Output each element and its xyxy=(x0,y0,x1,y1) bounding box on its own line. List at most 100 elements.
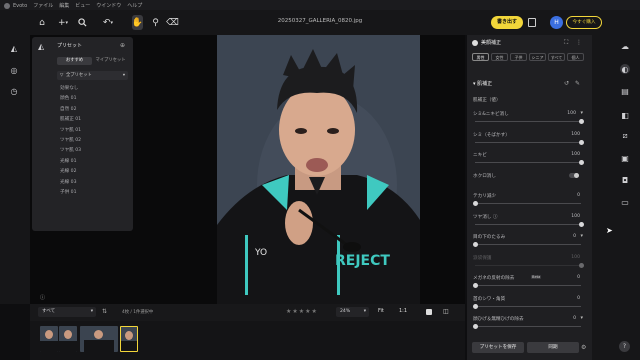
slider-handle[interactable] xyxy=(578,139,584,145)
zoom-select[interactable]: 24% ▾ xyxy=(336,307,369,317)
toggle-switch[interactable] xyxy=(569,172,579,178)
chevron-down-icon[interactable]: ▾ xyxy=(580,315,583,321)
color-icon[interactable]: ◧ xyxy=(620,110,630,120)
preset-item[interactable]: 顔色 01 xyxy=(32,94,133,104)
svg-text:REJECT: REJECT xyxy=(335,253,390,269)
preset-item[interactable]: 肌補正 01 xyxy=(32,115,133,125)
slider-label: シミ（そばかす） xyxy=(473,132,510,138)
slider-track[interactable] xyxy=(472,324,581,329)
export-button[interactable]: 書き出す xyxy=(491,16,523,29)
chevron-down-icon[interactable]: ▾ xyxy=(580,233,583,239)
preset-item[interactable]: 自然 02 xyxy=(32,105,133,115)
save-preset-button[interactable]: プリセットを保存 xyxy=(472,342,524,353)
preset-item[interactable]: 子供 01 xyxy=(32,188,133,198)
sync-button[interactable]: 同期 xyxy=(527,342,579,353)
menu-view[interactable]: ビュー xyxy=(75,2,90,9)
edit-icon[interactable]: ✎ xyxy=(575,80,580,87)
preset-item[interactable]: 光線 02 xyxy=(32,167,133,177)
help-icon[interactable]: ? xyxy=(619,341,630,352)
tab-my-presets[interactable]: マイプリセット xyxy=(93,57,128,65)
body-icon[interactable]: ▤ xyxy=(620,86,630,96)
makeup-icon[interactable]: ☁ xyxy=(620,41,630,51)
slider-handle[interactable] xyxy=(578,221,584,227)
compare-view-icon[interactable]: ◫ xyxy=(443,308,449,315)
single-view-icon[interactable] xyxy=(426,309,432,315)
settings-icon[interactable]: ⚙ xyxy=(581,344,586,351)
sort-icon[interactable]: ⇅ xyxy=(102,308,107,315)
expand-icon[interactable]: ⛶ xyxy=(564,39,568,47)
slider-track[interactable] xyxy=(475,221,584,227)
upgrade-button[interactable]: 今すぐ購入 xyxy=(566,16,602,29)
menu-file[interactable]: ファイル xyxy=(33,2,53,9)
filmstrip-thumb[interactable] xyxy=(80,326,118,352)
slider-handle[interactable] xyxy=(578,160,584,165)
preset-item[interactable]: 効果なし xyxy=(32,84,133,94)
background-icon[interactable]: ▣ xyxy=(620,153,630,163)
subject-tag[interactable]: シニア xyxy=(529,53,546,61)
preset-item[interactable]: ツヤ肌 03 xyxy=(32,146,133,156)
preset-item[interactable]: ツヤ肌 02 xyxy=(32,136,133,146)
preset-filter-select[interactable]: ▽ 全プリセット ▾ xyxy=(57,71,128,80)
filmstrip-thumb[interactable] xyxy=(59,326,77,352)
slider-handle[interactable] xyxy=(578,262,584,268)
slider-handle[interactable] xyxy=(472,242,478,247)
camera-icon[interactable]: ◘ xyxy=(620,175,630,185)
slider-handle[interactable] xyxy=(472,283,478,288)
filmstrip-filter-select[interactable]: すべて ▾ xyxy=(38,307,96,317)
filmstrip-thumb-selected[interactable] xyxy=(120,326,138,352)
slider-label: ニキビ xyxy=(473,153,487,158)
chevron-down-icon[interactable]: ▾ xyxy=(580,110,583,116)
subject-tag[interactable]: 個人 xyxy=(567,53,584,61)
slider-handle[interactable] xyxy=(578,119,584,124)
preset-item[interactable]: 光線 03 xyxy=(32,178,133,188)
add-preset-icon[interactable]: ⊕ xyxy=(120,42,125,49)
menu-help[interactable]: ヘルプ xyxy=(127,2,142,9)
rating-stars[interactable]: ★★★★★ xyxy=(286,308,318,315)
slider-handle[interactable] xyxy=(472,324,478,329)
subject-tag[interactable]: 子供 xyxy=(510,53,527,61)
tab-recommended[interactable]: おすすめ xyxy=(57,57,92,65)
slider-handle[interactable] xyxy=(472,303,478,309)
slider-row: ホクロ消し xyxy=(467,170,592,191)
preset-item[interactable]: ツヤ肌 01 xyxy=(32,126,133,136)
more-icon[interactable]: ⋮ xyxy=(576,39,582,46)
slider-track[interactable] xyxy=(475,262,584,268)
slider-track[interactable] xyxy=(472,303,581,309)
slider-row: 首のシワ・角質 0 xyxy=(467,293,592,314)
subject-tag[interactable]: 男性 xyxy=(472,53,489,61)
section-header[interactable]: ▾ 肌補正 xyxy=(473,80,492,87)
slider-track[interactable] xyxy=(475,119,584,124)
title-bar: Evoto ファイル 編集 ビュー ウインドウ ヘルプ xyxy=(0,0,640,10)
slider-handle[interactable] xyxy=(472,201,478,206)
info-icon[interactable]: ⓘ xyxy=(40,294,45,301)
avatar[interactable]: H xyxy=(550,16,563,29)
filmstrip-thumb[interactable] xyxy=(40,326,58,352)
presets-logo-icon: ◭ xyxy=(38,42,45,51)
slider-track[interactable] xyxy=(475,139,584,145)
menu-bar: Evoto ファイル 編集 ビュー ウインドウ ヘルプ xyxy=(4,2,148,9)
subject-tag[interactable]: すべて xyxy=(548,53,565,61)
subject-tag[interactable]: 女性 xyxy=(491,53,508,61)
ratio-button[interactable]: 1:1 xyxy=(399,308,407,314)
slider-value: 100 xyxy=(571,213,580,219)
face-retouch-icon[interactable]: ◐ xyxy=(620,64,630,74)
zoom-value: 24% xyxy=(340,309,351,314)
slider-row: シミ&ニキビ消し 100 ▾ xyxy=(467,108,592,129)
reset-icon[interactable]: ↺ xyxy=(564,80,569,87)
menu-window[interactable]: ウインドウ xyxy=(96,2,121,9)
slider-track[interactable] xyxy=(475,160,584,165)
slider-track[interactable] xyxy=(472,201,581,206)
fit-button[interactable]: Fit xyxy=(378,308,384,314)
slider-track[interactable] xyxy=(472,242,581,247)
filter-icon[interactable]: ◎ xyxy=(9,65,19,75)
presets-icon[interactable]: ◭ xyxy=(9,43,19,53)
compare-icon[interactable] xyxy=(528,18,536,27)
folder-icon[interactable]: ▭ xyxy=(620,197,630,207)
photo-preview[interactable]: REJECT YO xyxy=(217,35,420,304)
image-count: 4枚 / 1件選択中 xyxy=(122,310,154,315)
preset-item[interactable]: 光線 01 xyxy=(32,157,133,167)
menu-edit[interactable]: 編集 xyxy=(59,2,69,9)
history-icon[interactable]: ◷ xyxy=(9,86,19,96)
remove-icon[interactable]: ⧄ xyxy=(620,131,630,141)
slider-track[interactable] xyxy=(472,283,581,288)
